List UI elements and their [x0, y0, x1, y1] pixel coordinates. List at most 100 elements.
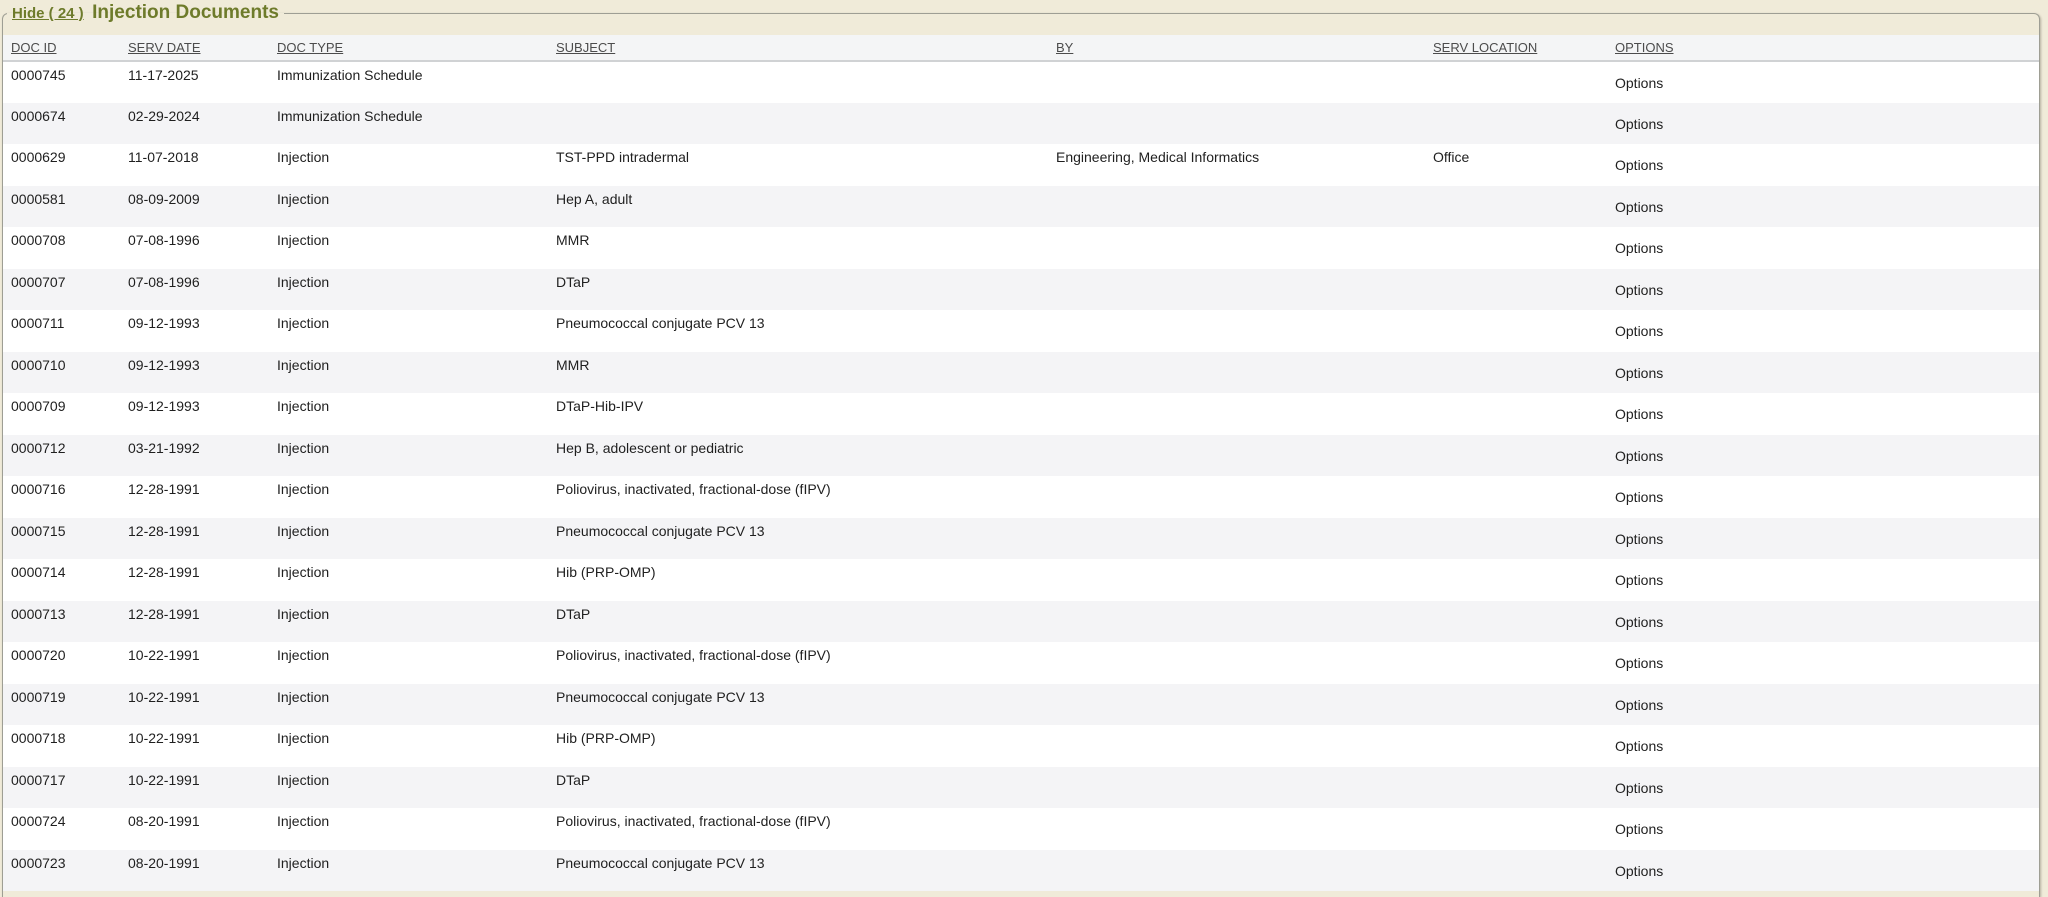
doc-id-cell: 0000709 [3, 393, 120, 435]
options-button[interactable]: Options [1607, 642, 2039, 684]
doc-type-cell: Injection [269, 269, 548, 311]
serv-location-cell: Office [1425, 144, 1607, 186]
doc-id-cell: 0000711 [3, 310, 120, 352]
options-button[interactable]: Options [1607, 310, 2039, 352]
doc-type-cell: Injection [269, 352, 548, 394]
sort-options-link[interactable]: OPTIONS [1615, 40, 1674, 55]
injection-documents-panel: Hide ( 24 ) Injection Documents DOC ID [2, 2, 2040, 897]
options-button[interactable]: Options [1607, 61, 2039, 103]
subject-cell: Pneumococcal conjugate PCV 13 [548, 684, 1048, 726]
by-cell [1048, 186, 1425, 228]
serv-location-cell [1425, 850, 1607, 892]
serv-location-cell [1425, 310, 1607, 352]
serv-date-cell: 12-28-1991 [120, 476, 269, 518]
subject-cell: MMR [548, 352, 1048, 394]
table-row: 000074511-17-2025Immunization ScheduleOp… [3, 61, 2039, 103]
by-cell [1048, 476, 1425, 518]
options-button[interactable]: Options [1607, 435, 2039, 477]
options-button[interactable]: Options [1607, 559, 2039, 601]
serv-location-cell [1425, 269, 1607, 311]
serv-location-cell [1425, 435, 1607, 477]
table-row: 000071710-22-1991InjectionDTaPOptions [3, 767, 2039, 809]
options-button[interactable]: Options [1607, 103, 2039, 145]
serv-location-cell [1425, 518, 1607, 560]
doc-type-cell: Injection [269, 518, 548, 560]
table-row: 000071910-22-1991InjectionPneumococcal c… [3, 684, 2039, 726]
serv-date-cell: 09-12-1993 [120, 310, 269, 352]
options-button[interactable]: Options [1607, 393, 2039, 435]
options-button[interactable]: Options [1607, 227, 2039, 269]
doc-type-cell: Injection [269, 725, 548, 767]
doc-type-cell: Injection [269, 435, 548, 477]
panel-title: Injection Documents [92, 2, 279, 23]
column-header-subject: SUBJECT [548, 35, 1048, 61]
serv-date-cell: 09-12-1993 [120, 393, 269, 435]
by-cell: Engineering, Medical Informatics [1048, 144, 1425, 186]
doc-id-cell: 0000707 [3, 269, 120, 311]
sort-serv-date-link[interactable]: SERV DATE [128, 40, 200, 55]
options-button[interactable]: Options [1607, 186, 2039, 228]
subject-cell: Hib (PRP-OMP) [548, 725, 1048, 767]
sort-by-link[interactable]: BY [1056, 40, 1073, 55]
doc-type-cell: Injection [269, 850, 548, 892]
options-button[interactable]: Options [1607, 601, 2039, 643]
serv-location-cell [1425, 103, 1607, 145]
serv-location-cell [1425, 476, 1607, 518]
serv-date-cell: 10-22-1991 [120, 725, 269, 767]
options-button[interactable]: Options [1607, 352, 2039, 394]
serv-date-cell: 11-17-2025 [120, 61, 269, 103]
doc-id-cell: 0000714 [3, 559, 120, 601]
serv-location-cell [1425, 393, 1607, 435]
serv-date-cell: 11-07-2018 [120, 144, 269, 186]
serv-location-cell [1425, 725, 1607, 767]
subject-cell: Poliovirus, inactivated, fractional-dose… [548, 642, 1048, 684]
options-button[interactable]: Options [1607, 684, 2039, 726]
serv-location-cell [1425, 186, 1607, 228]
column-header-options: OPTIONS [1607, 35, 2039, 61]
options-button[interactable]: Options [1607, 476, 2039, 518]
serv-location-cell [1425, 642, 1607, 684]
doc-id-cell: 0000708 [3, 227, 120, 269]
sort-subject-link[interactable]: SUBJECT [556, 40, 615, 55]
options-button[interactable]: Options [1607, 767, 2039, 809]
serv-location-cell [1425, 601, 1607, 643]
table-row: 000071109-12-1993InjectionPneumococcal c… [3, 310, 2039, 352]
table-row: 000071203-21-1992InjectionHep B, adolesc… [3, 435, 2039, 477]
table-row: 000071009-12-1993InjectionMMROptions [3, 352, 2039, 394]
by-cell [1048, 601, 1425, 643]
options-button[interactable]: Options [1607, 725, 2039, 767]
table-row: 000071412-28-1991InjectionHib (PRP-OMP)O… [3, 559, 2039, 601]
serv-date-cell: 12-28-1991 [120, 601, 269, 643]
serv-location-cell [1425, 767, 1607, 809]
doc-id-cell: 0000716 [3, 476, 120, 518]
subject-cell: DTaP [548, 601, 1048, 643]
options-button[interactable]: Options [1607, 850, 2039, 892]
by-cell [1048, 850, 1425, 892]
by-cell [1048, 352, 1425, 394]
table-row: 000070909-12-1993InjectionDTaP-Hib-IPVOp… [3, 393, 2039, 435]
table-row: 000067402-29-2024Immunization ScheduleOp… [3, 103, 2039, 145]
serv-date-cell: 08-09-2009 [120, 186, 269, 228]
column-header-doc-type: DOC TYPE [269, 35, 548, 61]
doc-id-cell: 0000724 [3, 808, 120, 850]
sort-serv-location-link[interactable]: SERV LOCATION [1433, 40, 1537, 55]
sort-doc-id-link[interactable]: DOC ID [11, 40, 57, 55]
serv-date-cell: 12-28-1991 [120, 559, 269, 601]
hide-toggle-link[interactable]: Hide ( 24 ) [12, 5, 84, 22]
subject-cell: TST-PPD intradermal [548, 144, 1048, 186]
doc-id-cell: 0000715 [3, 518, 120, 560]
options-button[interactable]: Options [1607, 808, 2039, 850]
sort-doc-type-link[interactable]: DOC TYPE [277, 40, 343, 55]
subject-cell: Poliovirus, inactivated, fractional-dose… [548, 476, 1048, 518]
documents-table: DOC ID SERV DATE DOC TYPE SUBJECT BY [3, 35, 2039, 891]
by-cell [1048, 435, 1425, 477]
table-row: 000058108-09-2009InjectionHep A, adultOp… [3, 186, 2039, 228]
options-button[interactable]: Options [1607, 269, 2039, 311]
options-button[interactable]: Options [1607, 144, 2039, 186]
options-button[interactable]: Options [1607, 518, 2039, 560]
table-row: 000071512-28-1991InjectionPneumococcal c… [3, 518, 2039, 560]
serv-date-cell: 10-22-1991 [120, 767, 269, 809]
doc-type-cell: Injection [269, 684, 548, 726]
serv-date-cell: 10-22-1991 [120, 642, 269, 684]
by-cell [1048, 518, 1425, 560]
